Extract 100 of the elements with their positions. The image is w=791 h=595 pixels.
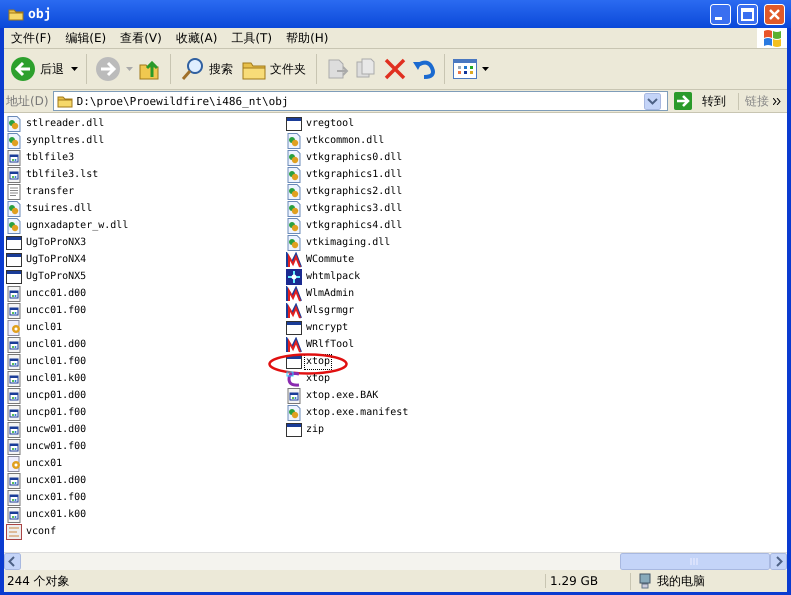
folders-button[interactable]: 文件夹 (240, 56, 308, 82)
file-item[interactable]: vtkgraphics1.dll (286, 166, 566, 183)
file-item[interactable]: uncw01.f00 (6, 438, 286, 455)
file-item[interactable]: uncx01.d00 (6, 472, 286, 489)
file-name: uncl01.k00 (25, 372, 88, 386)
go-button[interactable]: 转到 (672, 92, 734, 110)
file-name: xtop (304, 354, 332, 370)
file-item[interactable]: WlmAdmin (286, 285, 566, 302)
file-item[interactable]: Wlsgrmgr (286, 302, 566, 319)
file-name: WCommute (305, 252, 356, 266)
file-name: uncx01.k00 (25, 508, 88, 522)
file-item[interactable]: uncp01.f00 (6, 404, 286, 421)
file-name: uncw01.d00 (25, 422, 88, 436)
file-name: ugnxadapter_w.dll (25, 218, 130, 232)
file-item[interactable]: tblfile3.lst (6, 166, 286, 183)
file-item[interactable]: uncw01.d00 (6, 421, 286, 438)
file-item[interactable]: uncl01 (6, 319, 286, 336)
file-item[interactable]: uncc01.f00 (6, 302, 286, 319)
file-item[interactable]: uncl01.d00 (6, 336, 286, 353)
right-arrow-icon (674, 92, 692, 110)
scroll-left-button[interactable] (4, 553, 21, 570)
file-name: transfer (25, 184, 76, 198)
file-name: WlmAdmin (305, 286, 356, 300)
file-item[interactable]: vconf (6, 523, 286, 540)
file-name: UgToProNX5 (25, 270, 88, 284)
file-item[interactable]: uncx01 (6, 455, 286, 472)
file-item[interactable]: UgToProNX4 (6, 251, 286, 268)
close-button[interactable] (764, 4, 785, 24)
file-item[interactable]: vtkgraphics3.dll (286, 200, 566, 217)
maximize-button[interactable] (737, 4, 758, 24)
file-name: vtkimaging.dll (305, 236, 392, 250)
file-item[interactable]: WRlfTool (286, 336, 566, 353)
file-item[interactable]: zip (286, 421, 566, 438)
back-button[interactable]: 后退 (8, 54, 66, 84)
file-name: uncl01.f00 (25, 354, 88, 368)
file-item[interactable]: tblfile3 (6, 149, 286, 166)
horizontal-scrollbar[interactable] (4, 552, 787, 570)
file-item[interactable]: ugnxadapter_w.dll (6, 217, 286, 234)
file-name: WRlfTool (305, 338, 356, 352)
file-name: tblfile3.lst (25, 168, 100, 182)
file-item[interactable]: uncp01.d00 (6, 387, 286, 404)
menu-item[interactable]: 文件(F) (4, 30, 58, 46)
address-field[interactable]: D:\proe\Proewildfire\i486_nt\obj (52, 91, 668, 111)
file-item[interactable]: uncx01.f00 (6, 489, 286, 506)
minimize-button[interactable] (710, 4, 731, 24)
file-name: uncl01.d00 (25, 338, 88, 352)
file-item[interactable]: xtop (286, 353, 566, 370)
dropdown-caret-icon[interactable] (71, 67, 78, 71)
flag-logo-icon (761, 28, 783, 48)
file-item[interactable]: uncx01.k00 (6, 506, 286, 523)
views-icon[interactable] (453, 59, 477, 79)
menu-item[interactable]: 编辑(E) (58, 30, 114, 46)
file-name: uncc01.f00 (25, 304, 88, 318)
m-logo-icon (286, 286, 302, 302)
file-item[interactable]: WCommute (286, 251, 566, 268)
file-item[interactable]: synpltres.dll (6, 132, 286, 149)
file-item[interactable]: transfer (6, 183, 286, 200)
file-item[interactable]: vtkgraphics0.dll (286, 149, 566, 166)
file-item[interactable]: vtkgraphics4.dll (286, 217, 566, 234)
file-item[interactable]: uncl01.k00 (6, 370, 286, 387)
file-name: UgToProNX4 (25, 252, 88, 266)
chevron-icon[interactable] (773, 98, 781, 104)
file-item[interactable]: whtmlpack (286, 268, 566, 285)
menu-item[interactable]: 帮助(H) (279, 30, 336, 46)
delete-icon[interactable] (383, 57, 407, 81)
file-name: Wlsgrmgr (305, 304, 356, 318)
status-size: 1.29 GB (545, 574, 630, 588)
window-title: obj (28, 6, 52, 22)
file-name: stlreader.dll (25, 116, 106, 130)
file-item[interactable]: uncl01.f00 (6, 353, 286, 370)
menu-item[interactable]: 工具(T) (224, 30, 280, 46)
file-item[interactable]: uncc01.d00 (6, 285, 286, 302)
dropdown-button[interactable] (644, 92, 661, 110)
file-name: xtop.exe.BAK (305, 388, 380, 402)
file-item[interactable]: vregtool (286, 115, 566, 132)
computer-icon (637, 573, 653, 589)
file-item[interactable]: vtkimaging.dll (286, 234, 566, 251)
address-text: D:\proe\Proewildfire\i486_nt\obj (76, 94, 289, 108)
document-icon (286, 388, 302, 404)
file-item[interactable]: xtop (286, 370, 566, 387)
file-item[interactable]: vtkgraphics2.dll (286, 183, 566, 200)
dropdown-caret-icon[interactable] (482, 67, 489, 71)
file-item[interactable]: vtkcommon.dll (286, 132, 566, 149)
file-item[interactable]: xtop.exe.BAK (286, 387, 566, 404)
file-item[interactable]: UgToProNX5 (6, 268, 286, 285)
file-item[interactable]: UgToProNX3 (6, 234, 286, 251)
file-item[interactable]: wncrypt (286, 319, 566, 336)
file-item[interactable]: tsuires.dll (6, 200, 286, 217)
file-name: vregtool (305, 116, 356, 130)
menu-item[interactable]: 查看(V) (113, 30, 169, 46)
file-item[interactable]: xtop.exe.manifest (286, 404, 566, 421)
scroll-right-button[interactable] (770, 553, 787, 570)
status-count: 244 个对象 (6, 572, 71, 590)
file-item[interactable]: stlreader.dll (6, 115, 286, 132)
file-name: uncc01.d00 (25, 286, 88, 300)
file-name: uncp01.d00 (25, 388, 88, 402)
search-button[interactable]: 搜索 (179, 55, 235, 83)
menu-item[interactable]: 收藏(A) (168, 30, 224, 46)
file-name: xtop (305, 372, 332, 386)
scroll-thumb[interactable] (620, 553, 770, 570)
